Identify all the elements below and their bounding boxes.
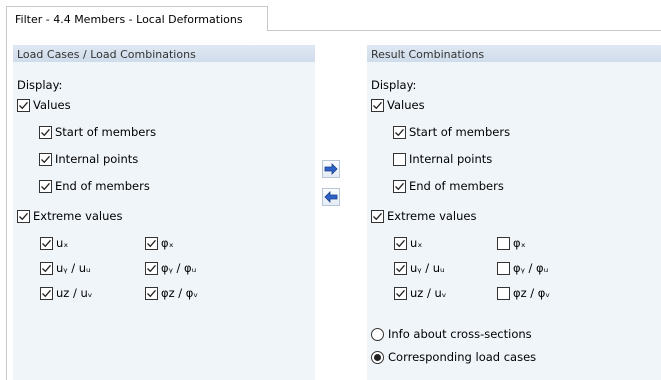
arrow-right-icon (324, 163, 338, 175)
info-cross-sections-radio[interactable]: Info about cross-sections (371, 327, 532, 341)
radio-selected-dot (374, 353, 381, 361)
checkbox-icon[interactable] (145, 261, 158, 275)
right-phiz-phiv-checkbox[interactable]: φz / φᵥ (497, 286, 550, 300)
tab-label: Filter - 4.4 Members - Local Deformation… (15, 13, 243, 26)
checkbox-icon[interactable] (394, 261, 407, 275)
checkbox-icon[interactable] (145, 236, 158, 250)
checkbox-icon[interactable] (497, 261, 510, 275)
right-internal-points-checkbox[interactable]: Internal points (393, 152, 492, 166)
checkbox-icon[interactable] (394, 236, 407, 250)
left-phix-checkbox[interactable]: φₓ (145, 236, 174, 250)
corresponding-load-cases-radio[interactable]: Corresponding load cases (371, 350, 536, 364)
left-start-of-members-checkbox[interactable]: Start of members (39, 125, 156, 139)
left-values-checkbox[interactable]: Values (17, 98, 71, 112)
left-uy-uu-checkbox[interactable]: uᵧ / uᵤ (40, 261, 91, 275)
checkbox-icon[interactable] (17, 209, 30, 223)
left-uz-uv-checkbox[interactable]: uz / uᵥ (40, 286, 93, 300)
arrow-left-icon (324, 191, 338, 203)
left-extreme-values-checkbox[interactable]: Extreme values (17, 209, 122, 223)
checkbox-icon[interactable] (497, 236, 510, 250)
checkbox-icon[interactable] (394, 286, 407, 300)
left-display-label: Display: (17, 78, 63, 92)
result-combinations-header: Result Combinations (367, 45, 661, 62)
copy-to-right-button[interactable] (322, 160, 340, 178)
checkbox-icon[interactable] (145, 286, 158, 300)
checkbox-icon[interactable] (39, 125, 52, 139)
checkbox-icon[interactable] (40, 236, 53, 250)
left-phiz-phiv-checkbox[interactable]: φz / φᵥ (145, 286, 198, 300)
checkbox-icon[interactable] (497, 286, 510, 300)
checkbox-icon[interactable] (39, 152, 52, 166)
right-start-of-members-checkbox[interactable]: Start of members (393, 125, 510, 139)
radio-icon[interactable] (371, 327, 384, 341)
checkbox-icon[interactable] (371, 98, 384, 112)
right-ux-checkbox[interactable]: uₓ (394, 236, 422, 250)
left-end-of-members-checkbox[interactable]: End of members (39, 179, 150, 193)
checkbox-icon[interactable] (393, 152, 406, 166)
checkbox-icon[interactable] (40, 261, 53, 275)
right-display-label: Display: (371, 78, 417, 92)
right-uz-uv-checkbox[interactable]: uz / uᵥ (394, 286, 447, 300)
radio-icon[interactable] (371, 350, 384, 364)
checkbox-icon[interactable] (39, 179, 52, 193)
right-extreme-values-checkbox[interactable]: Extreme values (371, 209, 476, 223)
left-internal-points-checkbox[interactable]: Internal points (39, 152, 138, 166)
tab-filter-members-local-deformations[interactable]: Filter - 4.4 Members - Local Deformation… (6, 6, 268, 30)
load-cases-header: Load Cases / Load Combinations (13, 45, 315, 62)
right-phiy-phiu-checkbox[interactable]: φᵧ / φᵤ (497, 261, 548, 275)
checkbox-icon[interactable] (393, 179, 406, 193)
right-end-of-members-checkbox[interactable]: End of members (393, 179, 504, 193)
checkbox-icon[interactable] (371, 209, 384, 223)
right-values-checkbox[interactable]: Values (371, 98, 425, 112)
left-phiy-phiu-checkbox[interactable]: φᵧ / φᵤ (145, 261, 196, 275)
checkbox-icon[interactable] (17, 98, 30, 112)
left-ux-checkbox[interactable]: uₓ (40, 236, 68, 250)
checkbox-icon[interactable] (393, 125, 406, 139)
copy-to-left-button[interactable] (322, 188, 340, 206)
checkbox-icon[interactable] (40, 286, 53, 300)
right-phix-checkbox[interactable]: φₓ (497, 236, 526, 250)
right-uy-uu-checkbox[interactable]: uᵧ / uᵤ (394, 261, 445, 275)
